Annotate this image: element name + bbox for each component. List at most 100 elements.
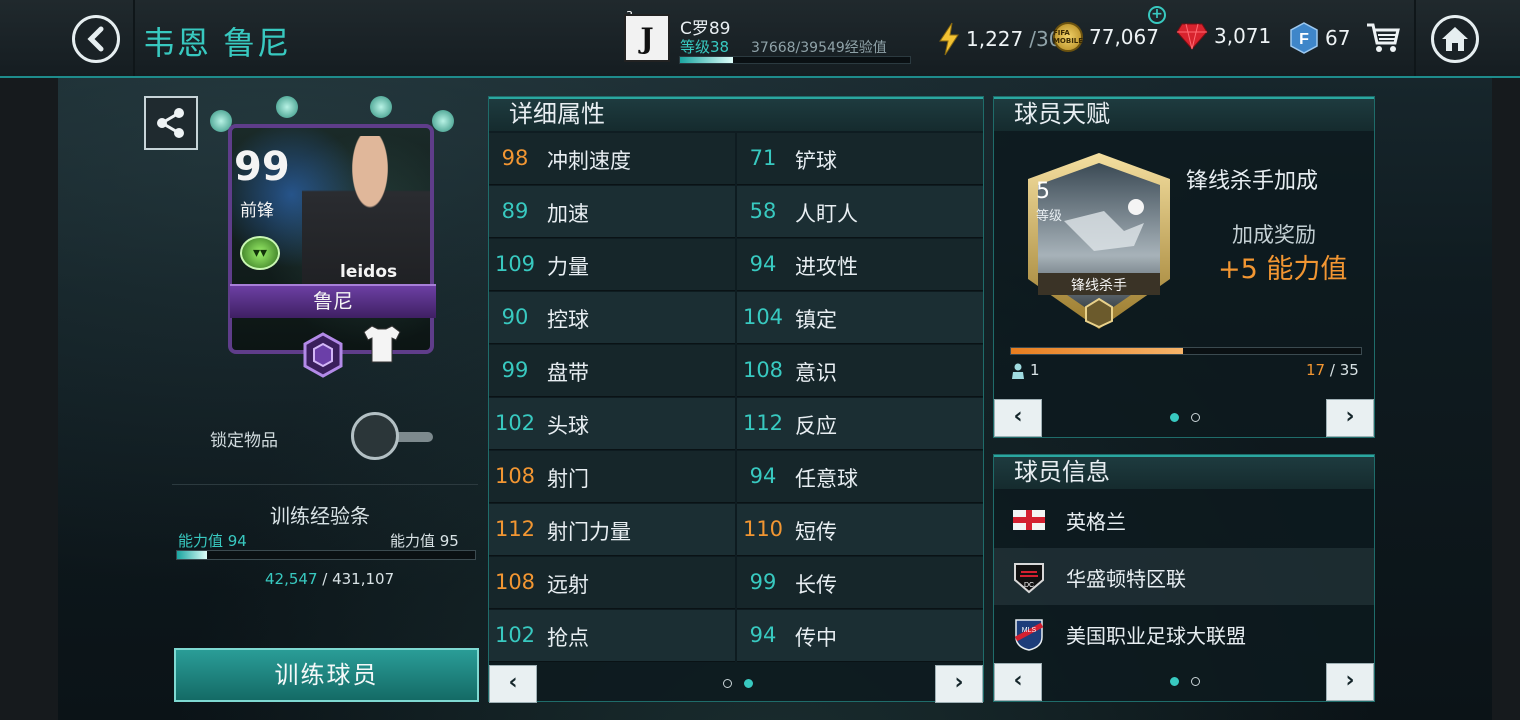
page-dot-active[interactable] [1170,413,1179,422]
shopping-cart-icon[interactable] [1366,22,1400,54]
juventus-logo-icon[interactable]: J [624,14,670,62]
attribute-value: 58 [749,199,777,223]
training-title: 训练经验条 [270,504,370,528]
coins-value: 77,067 [1089,25,1159,49]
attribute-name: 反应 [795,414,837,438]
info-page-dots [1170,677,1200,686]
attribute-name: 加速 [547,202,589,226]
info-row-club[interactable]: DC 华盛顿特区联 [994,548,1374,605]
home-button[interactable] [1431,15,1479,63]
toggle-knob [351,412,399,460]
energy-display[interactable]: 1,227/30 [938,22,1061,56]
attribute-row: 94 任意球 [737,451,983,503]
training-xp-current: 42,547 [265,570,318,588]
home-icon [1442,27,1468,51]
nation-name: 英格兰 [1066,510,1126,534]
attribute-name: 传中 [795,626,837,650]
bonus-label: 加成奖励 [1232,223,1316,247]
attribute-value: 110 [742,517,784,541]
attribute-row: 99 长传 [737,557,983,609]
person-icon [1012,363,1024,379]
attribute-row: 102 头球 [489,398,735,450]
frame-left [0,0,58,720]
attribute-row: 94 传中 [737,610,983,662]
pumpkin-icon: ▾▾ [240,236,280,270]
talent-page-dots [1170,413,1200,422]
page-dot[interactable] [1191,413,1200,422]
attribute-row: 94 进攻性 [737,239,983,291]
attribute-value: 109 [494,252,536,276]
club-name: 华盛顿特区联 [1066,567,1186,591]
page-dot-active[interactable] [744,679,753,688]
coins-display[interactable]: FIFA MOBILE 77,067 [1053,22,1159,52]
mls-icon: MLS [1014,619,1044,651]
attribute-row: 110 短传 [737,504,983,556]
dc-united-icon: DC [1014,563,1044,594]
attribute-row: 58 人盯人 [737,186,983,238]
gems-display[interactable]: 3,071 [1176,22,1271,50]
attributes-prev-button[interactable]: ‹ [489,665,537,703]
frame-right [1492,0,1520,720]
league-name: 美国职业足球大联盟 [1066,624,1246,648]
card-player-name: 鲁尼 [230,284,436,318]
attribute-row: 102 抢点 [489,610,735,662]
chevron-left-icon [87,26,104,52]
svg-text:MLS: MLS [1022,627,1037,634]
share-button[interactable] [144,96,198,150]
info-row-league[interactable]: MLS 美国职业足球大联盟 [994,605,1374,662]
jersey-icon [363,325,401,363]
lightning-icon [939,22,959,56]
train-player-button[interactable]: 训练球员 [174,648,479,702]
training-xp-sep: / [317,570,333,588]
talent-next-button[interactable]: › [1326,399,1374,437]
attribute-name: 头球 [547,414,589,438]
attribute-value: 108 [742,358,784,382]
attribute-row: 90 控球 [489,292,735,344]
talent-progress-text: 17 / 35 [1306,361,1359,379]
info-row-nation[interactable]: 英格兰 [994,491,1374,548]
attributes-title: 详细属性 [489,97,983,131]
attribute-value: 71 [749,146,777,170]
attribute-name: 意识 [795,361,837,385]
talent-prev-button[interactable]: ‹ [994,399,1042,437]
attribute-row: 71 铲球 [737,133,983,185]
attribute-name: 任意球 [795,467,858,491]
attribute-name: 射门力量 [547,520,631,544]
divider [1414,0,1416,76]
training-xp-total: 431,107 [332,570,395,588]
ruby-gem-icon [1176,23,1208,50]
page-dot-active[interactable] [1170,677,1179,686]
attribute-name: 铲球 [795,149,837,173]
attributes-next-button[interactable]: › [935,665,983,703]
page-dot[interactable] [1191,677,1200,686]
attribute-value: 108 [494,464,536,488]
attribute-name: 远射 [547,573,589,597]
page-dot[interactable] [723,679,732,688]
svg-text:F: F [1299,31,1309,48]
talent-panel: 球员天赋 5 等级 锋线杀手 锋线杀手加成 加成奖励 +5 能力值 1 17 /… [993,96,1375,438]
user-xp-fill [680,57,733,63]
talent-badge[interactable]: 5 等级 锋线杀手 [1024,151,1174,331]
talent-progress-total: 35 [1339,361,1359,379]
attribute-row: 112 射门力量 [489,504,735,556]
player-info-title: 球员信息 [994,455,1374,489]
card-orb [432,110,454,132]
attribute-value: 102 [494,623,536,647]
info-next-button[interactable]: › [1326,663,1374,701]
info-prev-button[interactable]: ‹ [994,663,1042,701]
player-card[interactable]: leidos 99 前锋 ▾▾ 鲁尼 [210,96,454,386]
talent-card-label: 锋线杀手 [1071,278,1127,294]
attribute-name: 抢点 [547,626,589,650]
fpoints-display[interactable]: F 67 [1289,22,1350,54]
divider [172,484,478,485]
training-xp-fill [177,551,207,559]
ability-next: 能力值 95 [390,532,459,550]
attributes-panel: 详细属性 98 冲刺速度 89 加速 109 力量 90 控球 99 盘带 102 头球 108 射门 11… [488,96,984,703]
lock-item-toggle[interactable] [351,412,435,460]
talent-count: 1 [1030,361,1040,379]
back-button[interactable] [72,15,120,63]
talent-progress-fill [1011,348,1183,354]
player-info-panel: 球员信息 英格兰 DC 华盛顿特区联 MLS 美国职业足球大联盟 ‹ › [993,454,1375,702]
hexagon-gem-icon [303,332,343,378]
card-orb [276,96,298,118]
